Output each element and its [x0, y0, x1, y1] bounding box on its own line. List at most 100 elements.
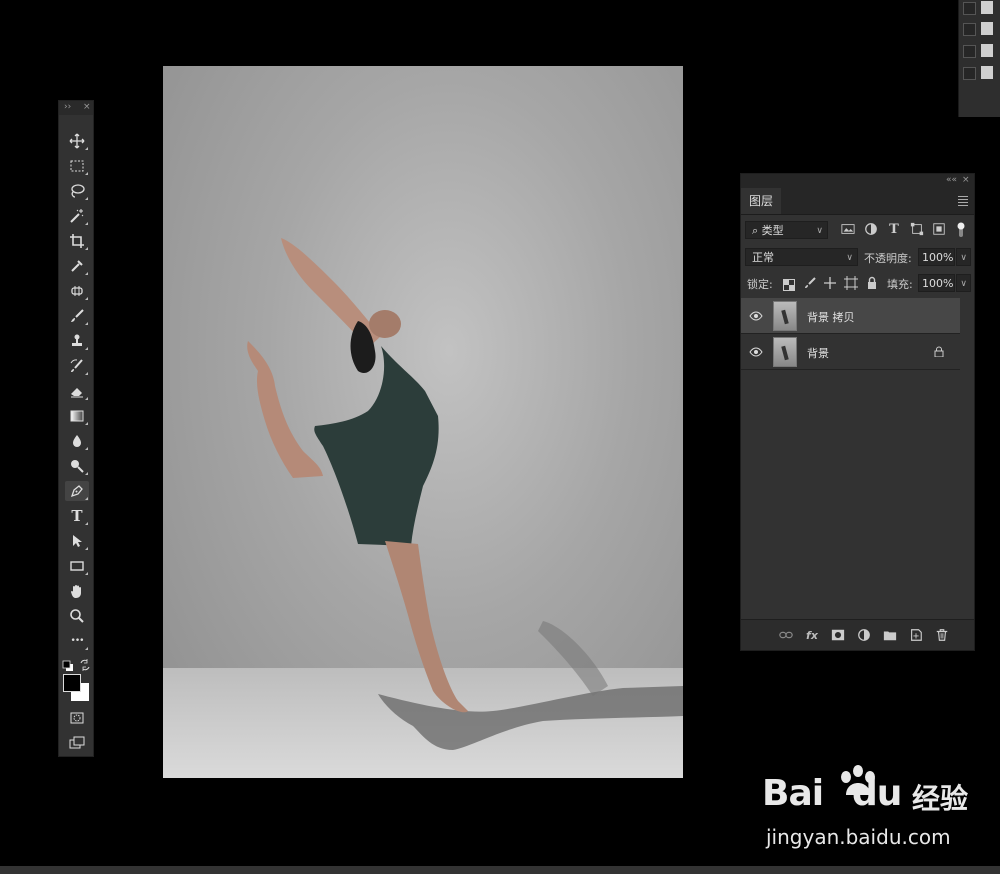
lasso-icon: [71, 184, 85, 198]
blur-tool[interactable]: [65, 431, 89, 451]
trash-icon: [936, 629, 948, 641]
tab-layers[interactable]: 图层: [741, 188, 781, 214]
lock-pixels-button[interactable]: [803, 275, 817, 289]
opacity-label: 不透明度:: [864, 252, 912, 265]
watermark-url: jingyan.baidu.com: [766, 825, 951, 849]
lock-all-button[interactable]: [865, 275, 879, 289]
collapse-icon[interactable]: ««: [946, 175, 957, 185]
pen-tool[interactable]: [65, 481, 89, 501]
eraser-tool[interactable]: [65, 381, 89, 401]
chevron-down-icon: ∨: [960, 253, 967, 263]
fill-slider-button[interactable]: ∨: [956, 274, 971, 292]
panel-row[interactable]: [963, 65, 997, 81]
type-tool[interactable]: T: [65, 506, 89, 526]
folder-icon: [883, 631, 897, 641]
gradient-tool[interactable]: [65, 406, 89, 426]
default-colors-icon[interactable]: [62, 657, 74, 671]
eraser-icon: [71, 388, 83, 398]
fill-field[interactable]: 100%: [918, 274, 955, 292]
layer-style-button[interactable]: fx: [804, 627, 820, 643]
new-adjustment-layer-button[interactable]: [856, 627, 872, 643]
spot-healing-tool[interactable]: [65, 281, 89, 301]
hand-tool[interactable]: [65, 581, 89, 601]
quick-mask-button[interactable]: [65, 708, 89, 728]
new-group-button[interactable]: [882, 627, 898, 643]
swap-colors-icon[interactable]: [79, 656, 91, 671]
magic-wand-tool[interactable]: [65, 206, 89, 226]
foreground-color-swatch[interactable]: [63, 674, 81, 692]
lasso-tool[interactable]: [65, 181, 89, 201]
history-brush-icon: [70, 359, 83, 372]
blur-icon: [73, 435, 81, 447]
eyedropper-icon: [71, 260, 83, 272]
rectangular-marquee-icon: [70, 160, 84, 172]
lock-icon: [868, 276, 876, 289]
panel-menu-icon[interactable]: [958, 196, 968, 208]
lock-artboard-button[interactable]: [844, 275, 858, 290]
panel-row[interactable]: [963, 43, 997, 59]
side-panel-strip: [958, 0, 1000, 117]
filter-shape-button[interactable]: [909, 221, 925, 237]
rectangle-tool[interactable]: [65, 556, 89, 576]
lock-label: 锁定:: [747, 278, 773, 291]
layer-row-background-copy[interactable]: 背景 拷贝: [741, 298, 960, 334]
mask-icon: [831, 629, 845, 641]
filter-kind-dropdown[interactable]: ⌕ 类型 ∨: [745, 221, 828, 239]
type-icon: T: [889, 221, 899, 237]
link-layers-button[interactable]: [778, 627, 794, 643]
close-icon[interactable]: ×: [962, 175, 970, 185]
opacity-slider-button[interactable]: ∨: [956, 248, 971, 266]
fill-value: 100%: [922, 277, 954, 290]
new-layer-button[interactable]: [908, 627, 924, 643]
path-selection-tool[interactable]: [65, 531, 89, 551]
more-tools[interactable]: •••: [65, 631, 89, 651]
eye-icon[interactable]: [749, 310, 763, 322]
dodge-tool[interactable]: [65, 456, 89, 476]
marquee-tool[interactable]: [65, 156, 89, 176]
layer-name: 背景 拷贝: [807, 311, 855, 324]
add-mask-button[interactable]: [830, 627, 846, 643]
filter-smart-object-button[interactable]: [931, 221, 947, 237]
zoom-tool[interactable]: [65, 606, 89, 626]
layers-panel-footer: fx: [741, 619, 974, 650]
baidu-watermark: Bai du 经验 jingyan.baidu.com: [762, 765, 982, 855]
eye-icon[interactable]: [749, 346, 763, 358]
opacity-field[interactable]: 100%: [918, 248, 955, 266]
filter-type-button[interactable]: T: [886, 221, 902, 237]
brush-tool[interactable]: [65, 306, 89, 326]
filter-adjustment-button[interactable]: [863, 221, 879, 237]
blend-mode-dropdown[interactable]: 正常 ∨: [745, 248, 858, 266]
crop-icon: [70, 234, 84, 248]
pen-icon: [70, 485, 83, 498]
layer-thumbnail: [773, 301, 797, 331]
toolbox-header: ›› ×: [59, 101, 93, 115]
fx-icon: fx: [806, 628, 818, 642]
eyedropper-tool[interactable]: [65, 256, 89, 276]
filter-pixel-button[interactable]: [840, 221, 856, 237]
panel-row[interactable]: [963, 21, 997, 37]
clone-stamp-tool[interactable]: [65, 331, 89, 351]
crop-tool[interactable]: [65, 231, 89, 251]
chevron-down-icon: ∨: [960, 279, 967, 289]
lock-transparent-button[interactable]: [783, 276, 795, 291]
delete-layer-button[interactable]: [934, 627, 950, 643]
panel-row[interactable]: [963, 0, 997, 16]
move-tool[interactable]: [65, 131, 89, 151]
path-selection-icon: [73, 535, 82, 547]
close-icon[interactable]: ×: [83, 102, 91, 113]
toolbox-panel: ›› × T •••: [58, 100, 94, 757]
layer-name: 背景: [807, 347, 829, 360]
dancer-image: [247, 238, 683, 750]
collapse-icon[interactable]: ››: [64, 102, 71, 113]
dodge-icon: [71, 460, 84, 473]
baidu-brand-cn: 经验: [912, 782, 969, 815]
layers-panel: «« × 图层 ⌕ 类型 ∨ T 正常 ∨ 不透明度: 100% ∨ 锁定: 填…: [740, 173, 975, 651]
layer-row-background[interactable]: 背景: [741, 334, 960, 370]
screen-mode-button[interactable]: [65, 733, 89, 753]
history-brush-tool[interactable]: [65, 356, 89, 376]
filter-toggle[interactable]: [957, 221, 965, 237]
toggle-icon: [957, 222, 965, 237]
document-canvas[interactable]: [163, 66, 683, 778]
artboard-icon: [844, 276, 858, 290]
lock-position-button[interactable]: [823, 275, 837, 289]
